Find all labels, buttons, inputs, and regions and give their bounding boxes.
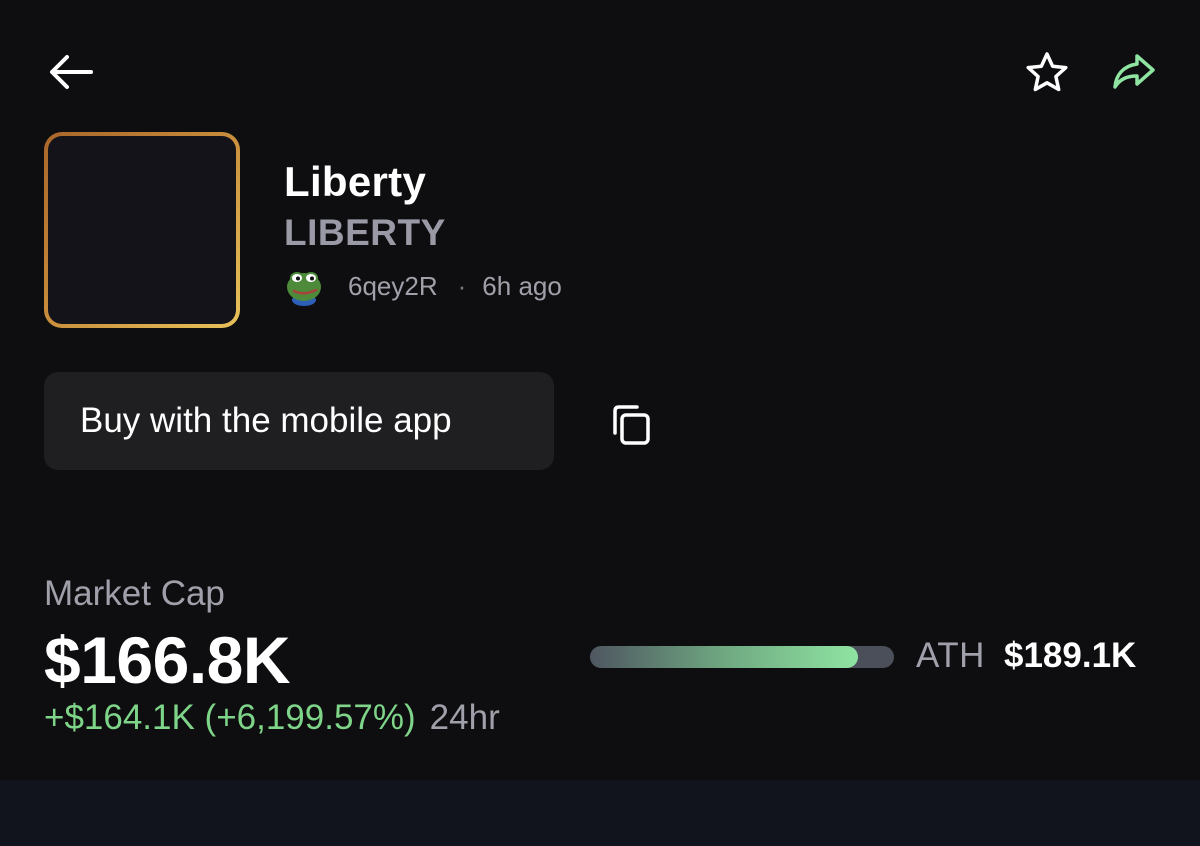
market-cap-value: $166.8K (44, 623, 291, 697)
back-button[interactable] (44, 48, 98, 96)
token-image (44, 132, 240, 328)
market-cap-label: Market Cap (44, 574, 225, 613)
ath-progress-fill (590, 646, 858, 668)
favorite-button[interactable] (1022, 48, 1072, 96)
arrow-left-icon (50, 55, 93, 89)
creator-address[interactable]: 6qey2R (348, 271, 438, 302)
bottom-panel (0, 780, 1200, 846)
separator-dot: · (457, 270, 467, 301)
created-time: 6h ago (482, 270, 562, 301)
market-cap-change: +$164.1K (+6,199.57%) 24hr (44, 698, 500, 738)
ath-progress-bar (590, 646, 894, 668)
token-image-placeholder (48, 136, 236, 324)
creator-avatar-frog-icon[interactable] (284, 266, 324, 306)
copy-icon (613, 405, 650, 445)
top-bar (0, 0, 1200, 140)
creator-row: 6qey2R · 6h ago (284, 264, 562, 308)
ath-label: ATH (916, 636, 985, 675)
ath-value: $189.1K (1004, 636, 1137, 675)
share-button[interactable] (1108, 48, 1160, 96)
buy-with-mobile-app-button[interactable]: Buy with the mobile app (44, 372, 554, 470)
token-ticker: LIBERTY (284, 212, 446, 253)
share-arrow-icon (1113, 54, 1155, 89)
market-cap-change-period: 24hr (429, 698, 500, 737)
market-cap-change-value: +$164.1K (+6,199.57%) (44, 698, 416, 737)
copy-address-button[interactable] (604, 400, 656, 452)
token-name: Liberty (284, 158, 427, 205)
star-outline-icon (1026, 52, 1068, 92)
